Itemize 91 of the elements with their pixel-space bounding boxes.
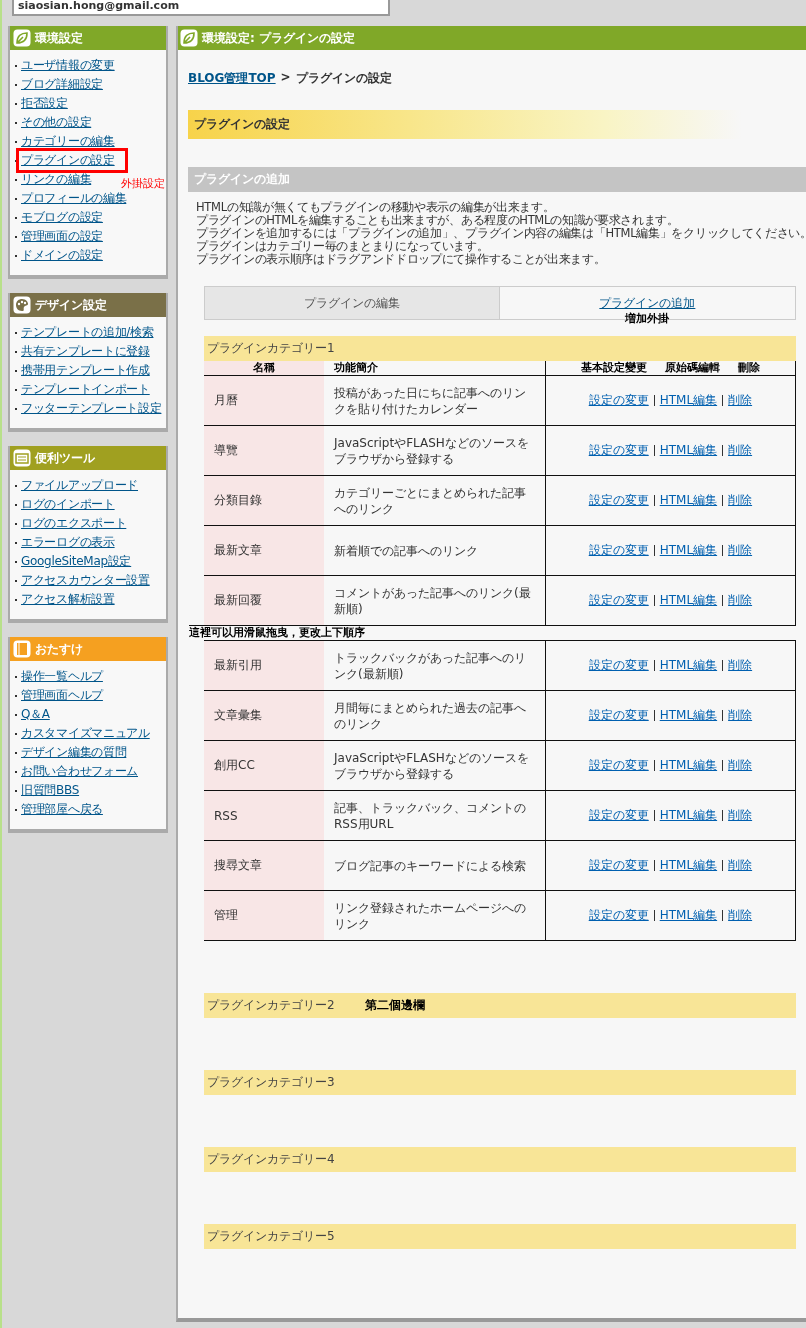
palette-icon — [13, 296, 31, 314]
action-link[interactable]: HTML編集 — [659, 857, 718, 874]
description-text: プラグインを追加するには「プラグインの追加」、プラグイン内容の編集は「HTML編集」をクリックしてください。 — [196, 227, 806, 240]
plugin-description-cell-text: トラックバックがあった記事へのリンク(最新順) — [333, 649, 527, 683]
action-link[interactable]: 削除 — [728, 857, 753, 874]
plugin-description-cell-text: 月間毎にまとめられた過去の記事へのリンク — [333, 699, 527, 733]
action-link[interactable]: 設定の変更 — [588, 657, 649, 674]
action-link[interactable]: 削除 — [728, 807, 753, 824]
action-link[interactable]: 削除 — [728, 542, 753, 559]
action-link[interactable]: 削除 — [728, 592, 753, 609]
action-link[interactable]: 設定の変更 — [588, 857, 649, 874]
book-icon — [13, 640, 31, 658]
action-link[interactable]: 設定の変更 — [588, 442, 649, 459]
sidebar-panel-title: おたすけ — [35, 640, 83, 658]
description-text: HTMLの知識が無くてもプラグインの移動や表示の編集が出来ます。 — [196, 201, 556, 214]
annotation-text: 基本設定變更 — [580, 361, 647, 375]
action-link[interactable]: HTML編集 — [659, 492, 718, 509]
sidebar-link[interactable]: プラグインの設定 — [16, 148, 128, 173]
plugin-description-cell-text: コメントがあった記事へのリンク(最新順) — [333, 584, 532, 618]
plugin-name-cell: 搜尋文章 — [204, 841, 324, 890]
action-link[interactable]: 削除 — [728, 492, 753, 509]
action-link[interactable]: 削除 — [728, 757, 753, 774]
action-link[interactable]: HTML編集 — [659, 657, 718, 674]
action-link[interactable]: 削除 — [728, 657, 753, 674]
plugin-description-cell-text: 記事、トラックバック、コメントのRSS用URL — [333, 799, 527, 833]
sidebar-panel-title: デザイン設定 — [35, 296, 107, 314]
breadcrumb-separator: > — [280, 70, 291, 86]
action-link[interactable]: HTML編集 — [659, 907, 718, 924]
action-link[interactable]: 削除 — [728, 442, 753, 459]
description-text: プラグインの表示順序はドラグアンドドロップにて操作することが出来ます。 — [196, 253, 607, 266]
action-link[interactable]: 設定の変更 — [588, 807, 649, 824]
tab[interactable]: プラグインの編集 — [303, 294, 400, 312]
category-title: プラグインカテゴリー3 — [207, 1074, 335, 1091]
annotation-text: 原始碼編輯 — [664, 361, 720, 375]
action-link[interactable]: HTML編集 — [659, 442, 718, 459]
plugin-description-cell-text: リンク登録されたホームページへのリンク — [333, 899, 527, 933]
action-link[interactable]: 設定の変更 — [588, 542, 649, 559]
plugin-name-cell: 導覽 — [204, 426, 324, 475]
annotation-text: 増加外掛 — [624, 311, 671, 326]
annotation-text: 這裡可以用滑鼠拖曳，更改上下順序 — [189, 625, 796, 640]
plugin-name-cell: 月曆 — [204, 376, 324, 425]
description-text: プラグインのHTMLを編集することも出来ますが、ある程度のHTMLの知識が要求されます。 — [196, 214, 680, 227]
action-link[interactable]: HTML編集 — [659, 542, 718, 559]
plugin-name-cell: 最新文章 — [204, 526, 324, 575]
description-text: プラグインはカテゴリー毎のまとまりになっています。 — [196, 240, 489, 253]
toolbox-icon — [13, 449, 31, 467]
action-link[interactable]: 設定の変更 — [588, 907, 649, 924]
plugin-description-cell-text: カテゴリーごとにまとめられた記事へのリンク — [333, 484, 527, 518]
plugin-description-cell-text: 新着順での記事へのリンク — [333, 542, 479, 560]
sidebar-panel-title: 環境設定 — [35, 29, 83, 47]
content-title: 環境設定: プラグインの設定 — [202, 29, 355, 47]
annotation-text: 刪除 — [737, 361, 760, 375]
action-link[interactable]: 削除 — [728, 392, 753, 409]
account-email: siaosian.hong@gmail.com — [12, 0, 390, 16]
action-link[interactable]: HTML編集 — [659, 707, 718, 724]
action-link[interactable]: 設定の変更 — [588, 757, 649, 774]
plugin-name-cell: 最新引用 — [204, 641, 324, 690]
action-link[interactable]: HTML編集 — [659, 757, 718, 774]
breadcrumb-current: プラグインの設定 — [295, 70, 392, 87]
section-heading: プラグインの追加 — [188, 167, 806, 192]
plugin-description-cell-text: JavaScriptやFLASHなどのソースをブラウザから登録する — [332, 434, 530, 468]
plugin-name-cell: 最新回覆 — [204, 576, 324, 625]
action-link[interactable]: 削除 — [728, 707, 753, 724]
plugin-name-cell: 分類目錄 — [204, 476, 324, 525]
action-link[interactable]: 削除 — [728, 907, 753, 924]
leaf-icon — [13, 29, 31, 47]
action-link[interactable]: HTML編集 — [659, 392, 718, 409]
plugin-name-cell: 管理 — [204, 891, 324, 940]
action-link[interactable]: 設定の変更 — [588, 707, 649, 724]
action-link[interactable]: 設定の変更 — [588, 492, 649, 509]
plugin-name-cell: RSS — [204, 791, 324, 840]
action-link[interactable]: HTML編集 — [659, 592, 718, 609]
plugin-description-cell-text: 投稿があった日にちに記事へのリンクを貼り付けたカレンダー — [333, 384, 527, 418]
category-title: プラグインカテゴリー5 — [207, 1228, 335, 1245]
action-link[interactable]: 設定の変更 — [588, 392, 649, 409]
plugin-name-cell: 創用CC — [204, 741, 324, 790]
breadcrumb-link[interactable]: BLOG管理TOP — [188, 70, 276, 87]
action-link[interactable]: HTML編集 — [659, 807, 718, 824]
annotation-text: 第二個邊欄 — [364, 997, 425, 1014]
plugin-name-cell: 文章彙集 — [204, 691, 324, 740]
sidebar-panel-title: 便利ツール — [35, 449, 95, 467]
plugin-description-cell-text: ブログ記事のキーワードによる検索 — [333, 857, 527, 875]
action-link[interactable]: 設定の変更 — [588, 592, 649, 609]
plugin-description-cell-text: JavaScriptやFLASHなどのソースをブラウザから登録する — [332, 749, 530, 783]
tab[interactable]: プラグインの追加 — [599, 294, 696, 312]
annotation-text: 外掛設定 — [121, 178, 165, 189]
annotation-text: 功能簡介 — [334, 361, 378, 375]
category-title: プラグインカテゴリー1 — [207, 340, 335, 357]
category-title: プラグインカテゴリー2 — [207, 997, 335, 1014]
annotation-text: 名稱 — [253, 361, 275, 375]
category-title: プラグインカテゴリー4 — [207, 1151, 335, 1168]
